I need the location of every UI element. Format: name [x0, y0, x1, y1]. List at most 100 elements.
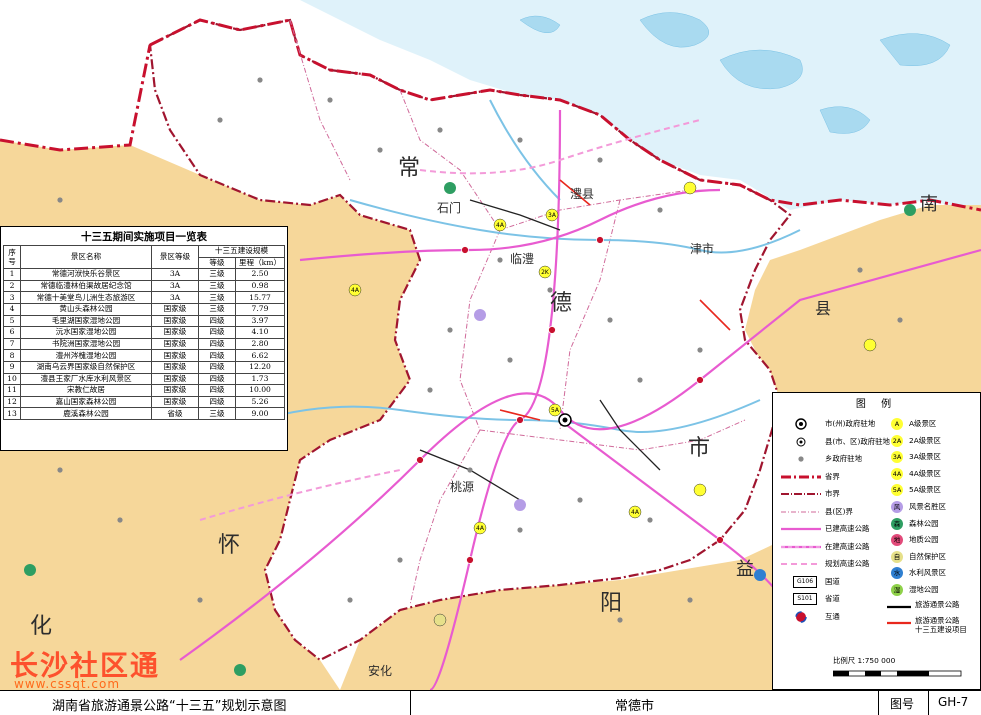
table-cell-name: 毛里湖国家湿地公园	[20, 314, 152, 328]
table-cell-name: 书院洲国家湿地公园	[20, 337, 152, 351]
table-cell-name: 常德河洑快乐谷景区	[20, 268, 152, 281]
table-cell-level: 四级	[198, 349, 236, 362]
table-cell-name: 澧州涔槐湿地公园	[20, 349, 152, 362]
table-cell-grade: 国家级	[151, 360, 199, 374]
table-cell-no: 5	[3, 314, 21, 328]
legend-label: 水利风景区	[909, 568, 946, 578]
table-cell-grade: 国家级	[151, 384, 199, 397]
map-label-nan: 南	[920, 194, 938, 215]
figure-number: GH-7	[938, 695, 969, 709]
legend-label: 4A级景区	[909, 468, 941, 478]
table-cell-no: 11	[3, 384, 21, 397]
legend-badge-icon: 森	[891, 517, 903, 530]
legend-label: 旅游通景公路	[915, 599, 960, 609]
watermark-url: www.cssqt.com	[14, 677, 121, 691]
header-mileage: 里程（km）	[235, 256, 285, 270]
svg-text:4A: 4A	[631, 509, 640, 516]
table-cell-grade: 国家级	[151, 349, 199, 362]
legend-symbol	[781, 563, 821, 565]
table-row: 12 嘉山国家森林公园 国家级 四级 5.26	[3, 395, 285, 409]
table-cell-name: 黄山头森林公园	[20, 302, 152, 316]
title-bar: 湖南省旅游通景公路“十三五”规划示意图 常德市 图号 GH-7	[0, 690, 981, 715]
legend-panel: 图 例 市(州)政府驻地 县(市、区)政府驻地 乡政府驻地 省界 市界 县(区)界 已建高速…	[772, 392, 981, 690]
road-number-tag: S101	[793, 593, 817, 605]
map-label-yi: 益	[736, 559, 754, 580]
svg-text:4A: 4A	[476, 525, 485, 532]
map-label-lixian: 澧县	[570, 187, 595, 201]
table-cell-no: 8	[3, 349, 21, 362]
table-cell-level: 四级	[198, 337, 236, 351]
legend-badge-icon: A	[891, 418, 903, 430]
table-cell-level: 三级	[198, 407, 236, 420]
table-cell-no: 2	[3, 279, 21, 293]
legend-label: 国道	[825, 576, 840, 586]
table-cell-mileage: 1.73	[235, 372, 285, 386]
project-table-body: 1 常德河洑快乐谷景区 3A 三级 2.50 2 常德临澧林伯渠故居纪念馆 3A 三级 0.98 3…	[3, 268, 285, 420]
table-cell-no: 12	[3, 395, 21, 409]
legend-label: 市界	[825, 489, 840, 498]
legend-label: A级景区	[909, 419, 937, 428]
table-cell-level: 四级	[198, 360, 236, 374]
table-cell-mileage: 12.20	[235, 360, 285, 374]
legend-label: 湿地公园	[909, 585, 939, 594]
table-row: 8 澧州涔槐湿地公园 国家级 四级 6.62	[3, 349, 285, 362]
table-cell-level: 四级	[198, 372, 236, 386]
legend-symbol	[795, 610, 807, 623]
table-cell-name: 澧县王家厂水库水利风景区	[20, 372, 152, 386]
table-cell-name: 常德十美堂鸟儿洲生态旅游区	[20, 291, 152, 304]
legend-label: 县(区)界	[825, 506, 853, 516]
table-cell-grade: 国家级	[151, 314, 199, 328]
table-cell-no: 9	[3, 360, 21, 374]
table-cell-level: 四级	[198, 326, 236, 339]
project-table: 序号 景区名称 景区等级 十三五建设规模 等级 里程（km） 1 常德河洑快乐谷景…	[3, 244, 285, 420]
legend-symbol	[795, 418, 807, 430]
legend-label: 3A级景区	[909, 452, 941, 462]
header-no: 序号	[3, 244, 21, 270]
table-cell-grade: 省级	[151, 407, 199, 420]
table-row: 5 毛里湖国家湿地公园 国家级 四级 3.97	[3, 314, 285, 328]
header-scale-group: 十三五建设规模	[198, 245, 285, 258]
legend-label: 地质公园	[909, 535, 939, 545]
legend-badge-icon: 风	[891, 501, 903, 513]
header-name: 景区名称	[20, 244, 152, 270]
header-grade: 景区等级	[151, 244, 199, 270]
title-bar-divider	[878, 691, 879, 715]
map-label-shi: 市	[688, 436, 711, 461]
table-row: 3 常德十美堂鸟儿洲生态旅游区 3A 三级 15.77	[3, 291, 285, 304]
scale-label: 比例尺 1:750 000	[833, 656, 896, 665]
legend-badge-icon: 2A	[891, 434, 903, 447]
legend-badge-icon: 水	[891, 567, 903, 580]
table-cell-mileage: 3.97	[235, 314, 285, 328]
svg-text:2K: 2K	[541, 269, 550, 276]
table-cell-no: 3	[3, 291, 21, 304]
map-label-taoyuan: 桃源	[450, 480, 475, 494]
legend-symbol	[796, 437, 806, 446]
table-cell-no: 13	[3, 407, 21, 420]
table-cell-mileage: 15.77	[235, 291, 285, 304]
legend-symbol	[781, 493, 821, 495]
table-row: 4 黄山头森林公园 国家级 三级 7.79	[3, 302, 285, 316]
table-cell-mileage: 9.00	[235, 407, 285, 420]
table-cell-no: 1	[3, 268, 21, 281]
table-cell-level: 三级	[198, 302, 236, 316]
svg-text:5A: 5A	[551, 407, 560, 414]
table-cell-grade: 国家级	[151, 326, 199, 339]
table-cell-grade: 国家级	[151, 337, 199, 351]
table-cell-grade: 3A	[151, 268, 199, 281]
legend-badge-icon: 3A	[891, 451, 903, 464]
title-bar-divider	[928, 691, 929, 715]
figure-number-label: 图号	[890, 697, 915, 711]
table-cell-mileage: 4.10	[235, 326, 285, 339]
table-cell-name: 沅水国家湿地公园	[20, 326, 152, 339]
map-label-shimen: 石门	[437, 201, 462, 215]
legend-label: 互通	[825, 611, 840, 621]
map-label-jinshi: 津市	[690, 242, 715, 256]
svg-text:3A: 3A	[548, 212, 557, 219]
table-cell-name: 宋教仁故居	[20, 384, 152, 397]
table-cell-no: 7	[3, 337, 21, 351]
map-label-xian: 县	[815, 299, 832, 318]
legend-badge-icon: 5A	[891, 484, 903, 497]
legend-symbol	[798, 456, 804, 462]
map-title: 湖南省旅游通景公路“十三五”规划示意图	[52, 699, 287, 714]
legend-symbol	[781, 511, 821, 512]
